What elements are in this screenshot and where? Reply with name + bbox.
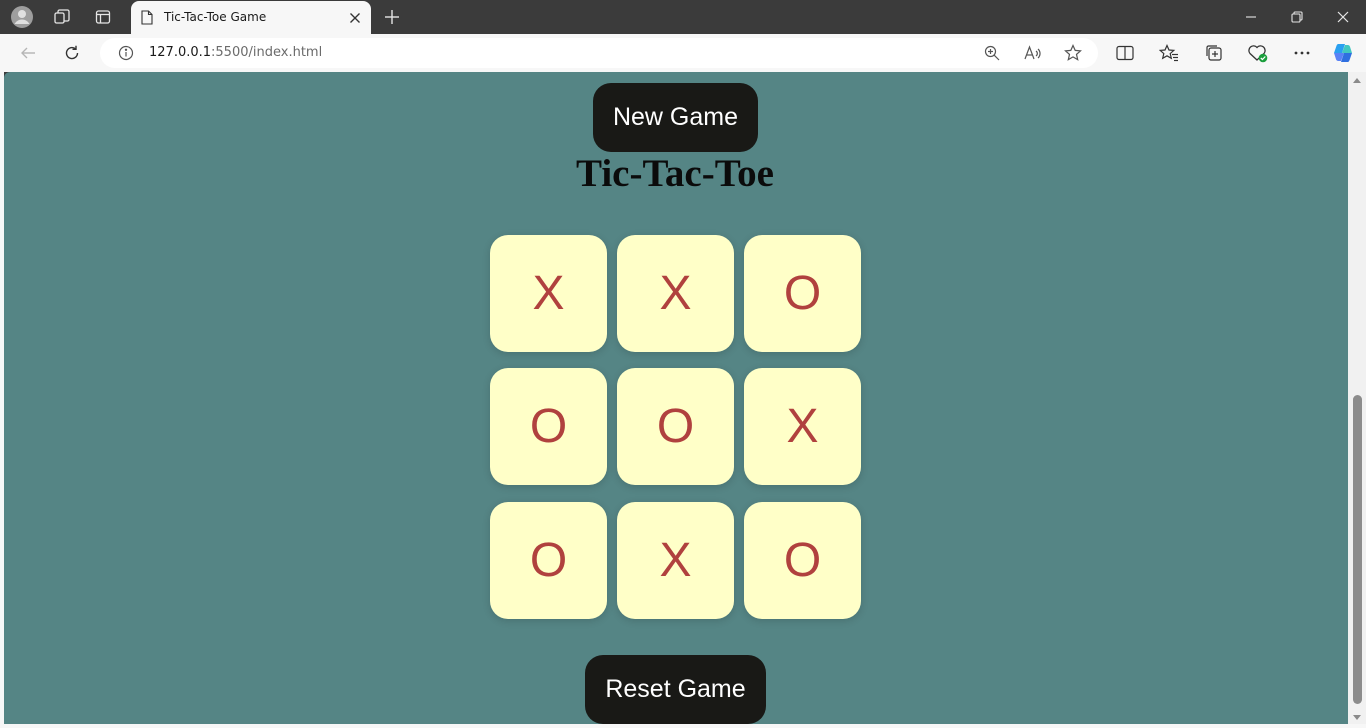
board-cell-2[interactable]: X <box>617 235 734 352</box>
window-frame-bottom <box>0 724 1366 728</box>
game-board: X X O O O X O X O <box>490 235 861 619</box>
collections-icon[interactable] <box>1200 40 1228 66</box>
board-cell-1[interactable]: X <box>490 235 607 352</box>
board-cell-6[interactable]: X <box>744 368 861 485</box>
read-aloud-icon[interactable] <box>1024 45 1042 66</box>
browser-essentials-icon[interactable] <box>1244 40 1272 66</box>
page-title: Tic-Tac-Toe <box>576 152 774 195</box>
reset-game-button[interactable]: Reset Game <box>585 655 766 724</box>
workspaces-icon[interactable] <box>49 5 75 29</box>
site-info-icon[interactable] <box>118 45 134 66</box>
more-options-icon[interactable] <box>1288 40 1316 66</box>
refresh-icon[interactable] <box>58 40 86 66</box>
new-tab-icon[interactable] <box>379 5 405 29</box>
favorites-icon[interactable] <box>1155 40 1183 66</box>
split-screen-icon[interactable] <box>1111 40 1139 66</box>
tab-title: Tic-Tac-Toe Game <box>164 10 267 24</box>
new-game-button[interactable]: New Game <box>593 83 758 152</box>
tab-active[interactable]: Tic-Tac-Toe Game <box>131 1 371 34</box>
close-window-icon[interactable] <box>1320 0 1366 34</box>
restore-icon[interactable] <box>1274 0 1320 34</box>
browser-toolbar: 127.0.0.1:5500/index.html <box>0 34 1366 72</box>
close-tab-icon[interactable] <box>349 11 361 29</box>
profile-avatar-icon[interactable] <box>9 5 35 29</box>
page-viewport: New Game Tic-Tac-Toe X X O O O X O X O R… <box>4 72 1348 724</box>
back-icon[interactable] <box>14 40 42 66</box>
scrollbar-thumb[interactable] <box>1353 395 1362 704</box>
minimize-icon[interactable] <box>1228 0 1274 34</box>
board-cell-3[interactable]: O <box>744 235 861 352</box>
url-host: 127.0.0.1 <box>149 45 212 60</box>
browser-tab-bar: Tic-Tac-Toe Game <box>0 0 1366 34</box>
board-cell-9[interactable]: O <box>744 502 861 619</box>
board-cell-8[interactable]: X <box>617 502 734 619</box>
board-cell-4[interactable]: O <box>490 368 607 485</box>
url-path: :5500/index.html <box>211 45 323 60</box>
page-icon <box>141 10 153 30</box>
vertical-scrollbar[interactable] <box>1348 72 1366 724</box>
scroll-down-arrow-icon[interactable] <box>1353 715 1361 720</box>
board-cell-7[interactable]: O <box>490 502 607 619</box>
board-cell-5[interactable]: O <box>617 368 734 485</box>
tab-actions-icon[interactable] <box>90 5 116 29</box>
favorite-star-icon[interactable] <box>1064 44 1082 67</box>
zoom-icon[interactable] <box>984 45 1000 66</box>
url-text[interactable]: 127.0.0.1:5500/index.html <box>149 45 322 60</box>
scroll-up-arrow-icon[interactable] <box>1353 78 1361 83</box>
address-bar[interactable]: 127.0.0.1:5500/index.html <box>100 38 1098 68</box>
copilot-icon[interactable] <box>1329 40 1357 66</box>
